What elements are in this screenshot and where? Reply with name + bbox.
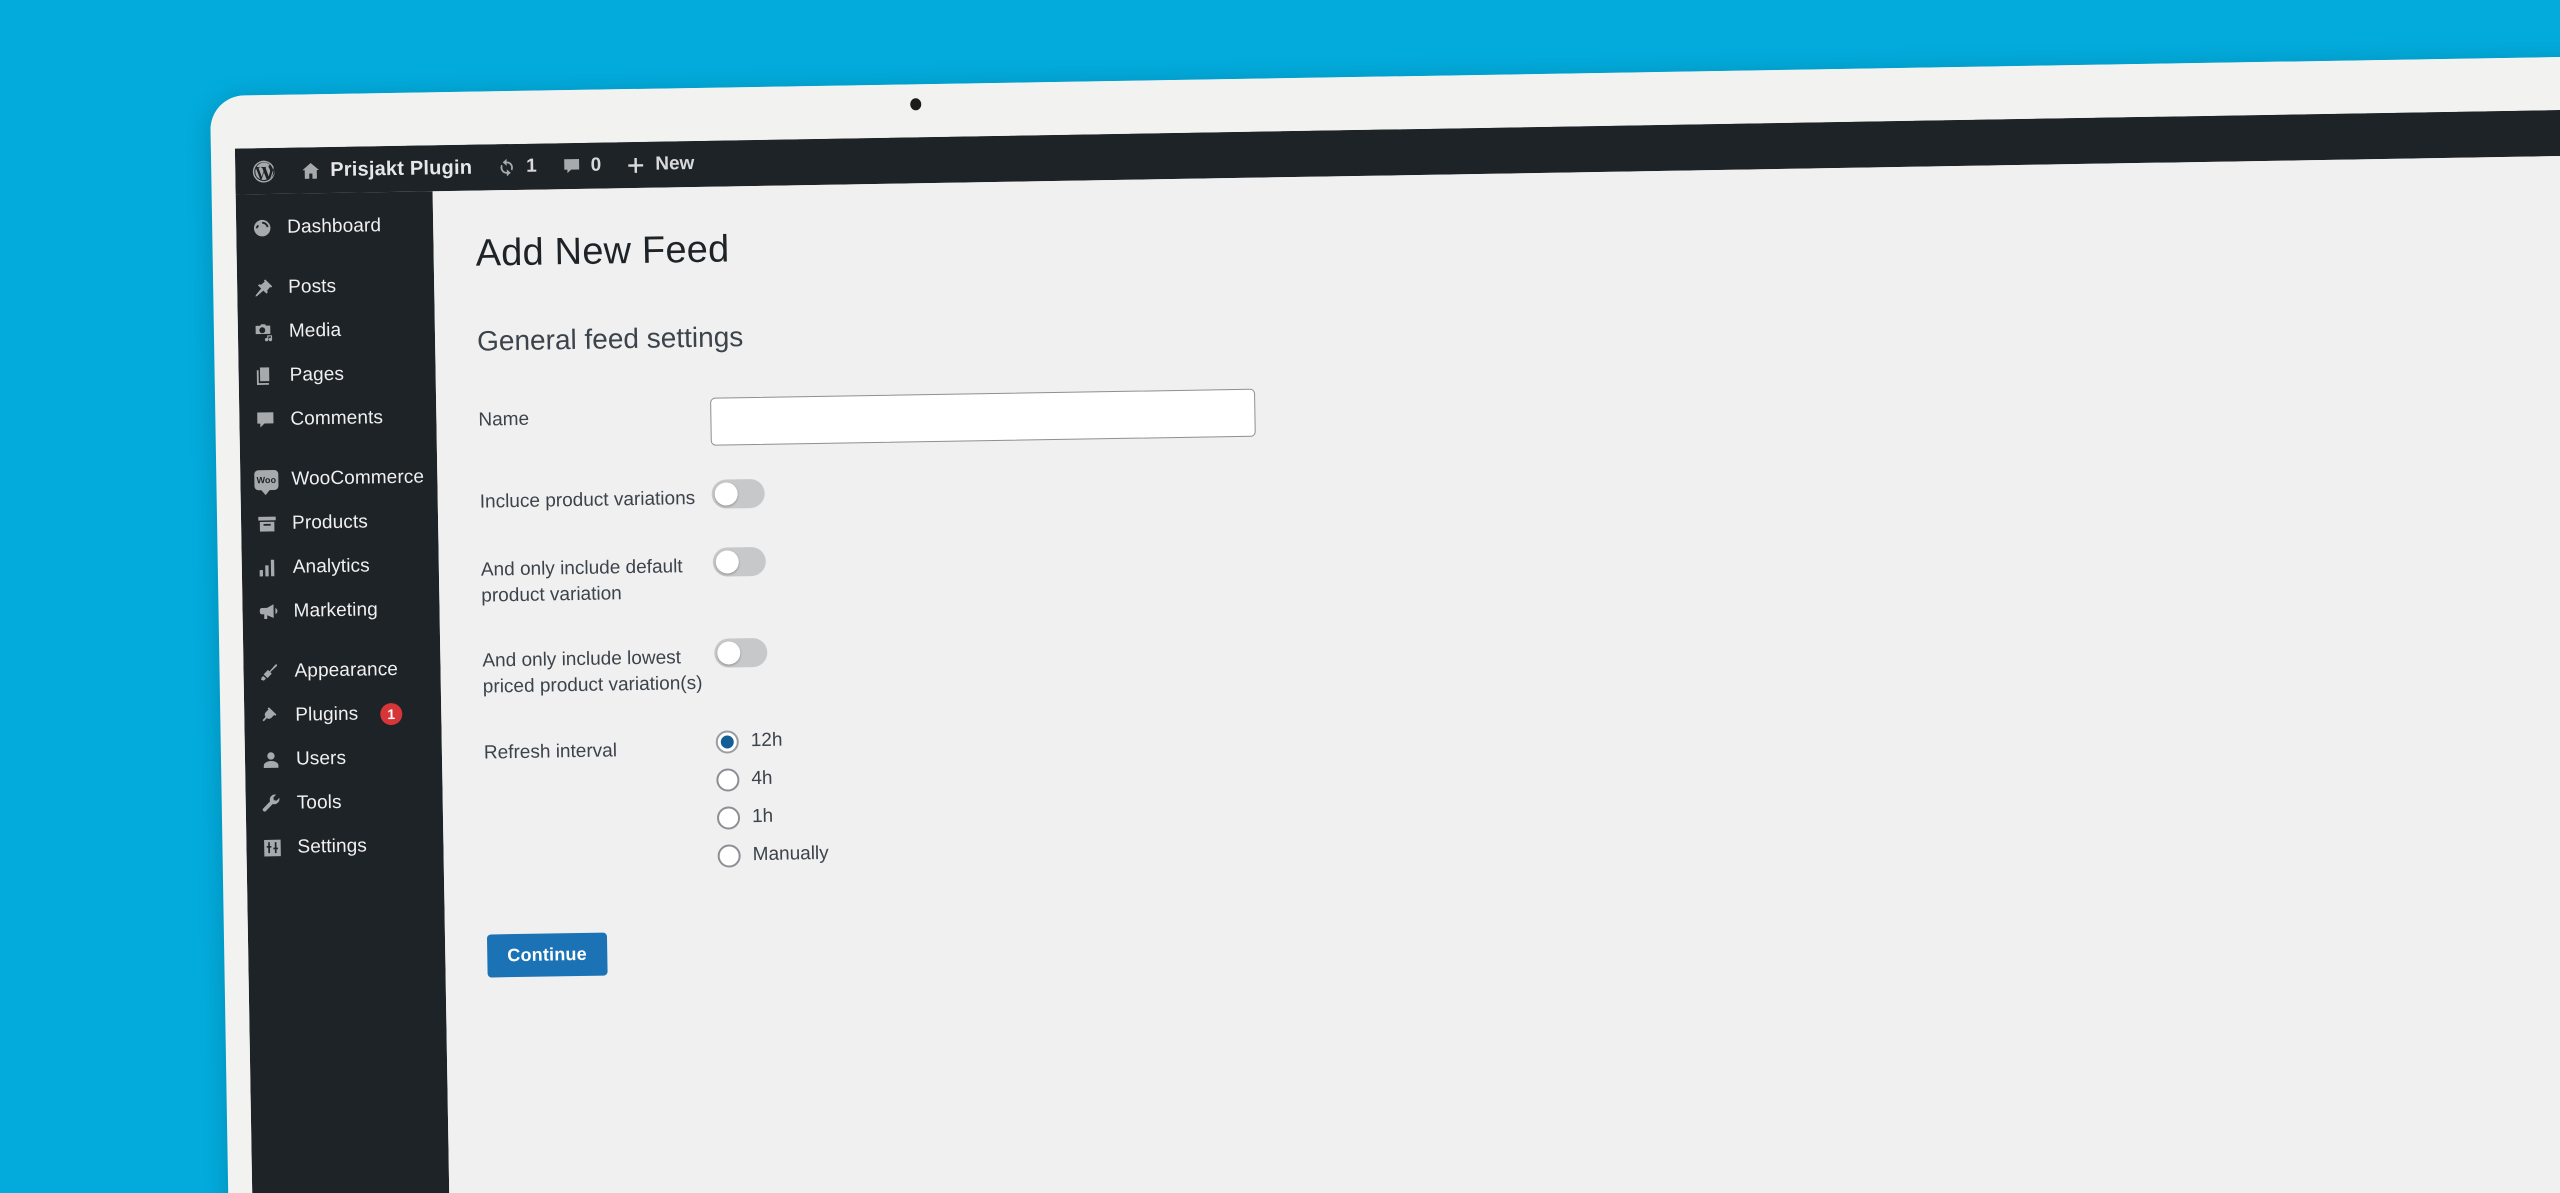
- field-row-default-variation: And only include default product variati…: [481, 516, 2560, 609]
- new-label: New: [655, 152, 695, 175]
- sidebar-item-tools[interactable]: Tools: [245, 779, 443, 826]
- field-row-name: Name: [478, 366, 2560, 449]
- sidebar-item-label: Plugins: [295, 703, 359, 726]
- radio-label-12h: 12h: [750, 729, 783, 752]
- sidebar-item-pages[interactable]: Pages: [238, 351, 436, 398]
- field-label-lowest-priced-variation: And only include lowest priced product v…: [482, 647, 703, 698]
- main-content-area: Add New Feed General feed settings Name …: [432, 155, 2560, 1193]
- home-icon: [300, 160, 321, 181]
- toggle-knob: [714, 482, 738, 506]
- sidebar-item-marketing[interactable]: Marketing: [242, 587, 440, 634]
- radio-input-1h[interactable]: [716, 805, 741, 830]
- media-camera-music-icon: [252, 320, 276, 344]
- toggle-include-product-variations[interactable]: [711, 478, 765, 509]
- sliders-icon: [260, 836, 284, 860]
- paint-brush-icon: [257, 660, 281, 684]
- sidebar-item-label: Products: [291, 511, 369, 534]
- sidebar-item-label: Appearance: [294, 658, 399, 682]
- sidebar-item-analytics[interactable]: Analytics: [241, 543, 439, 590]
- user-icon: [259, 748, 283, 772]
- sidebar-item-plugins[interactable]: Plugins 1: [244, 691, 442, 738]
- dashboard-gauge-icon: [250, 216, 274, 240]
- field-label-name: Name: [478, 408, 530, 431]
- pushpin-icon: [251, 276, 275, 300]
- sidebar-item-label: Comments: [290, 407, 384, 430]
- field-label-refresh-interval: Refresh interval: [483, 739, 618, 764]
- radio-label-1h: 1h: [751, 805, 774, 828]
- admin-bar-wordpress-logo[interactable]: [235, 148, 289, 195]
- radio-input-manually[interactable]: [717, 843, 741, 868]
- admin-bar-comments[interactable]: 0: [548, 142, 613, 189]
- sidebar-item-label: Tools: [296, 791, 342, 814]
- sidebar-item-media[interactable]: Media: [238, 307, 436, 354]
- sidebar-item-products[interactable]: Products: [241, 499, 439, 546]
- refresh-icon: [496, 156, 517, 177]
- admin-bar-site-name[interactable]: Prisjakt Plugin: [288, 144, 485, 193]
- sidebar-item-appearance[interactable]: Appearance: [243, 647, 441, 694]
- sidebar-item-label: Marketing: [293, 599, 379, 622]
- camera-dot-icon: [910, 98, 922, 111]
- comment-bubble-icon: [253, 408, 277, 432]
- sidebar-item-label: Pages: [289, 363, 345, 386]
- sidebar-item-comments[interactable]: Comments: [239, 395, 437, 442]
- field-control-name: [710, 366, 2560, 446]
- screenshot-scene: Prisjakt Plugin 1 0 New Dashboard Posts …: [0, 0, 2560, 1193]
- sidebar-item-label: Analytics: [292, 555, 370, 578]
- radio-label-4h: 4h: [751, 767, 773, 790]
- wordpress-logo-icon: [251, 158, 276, 183]
- comment-bubble-icon: [561, 155, 582, 176]
- updates-count: 1: [525, 155, 537, 177]
- sidebar-item-users[interactable]: Users: [245, 735, 443, 782]
- bar-chart-icon: [256, 556, 280, 580]
- sidebar-item-posts[interactable]: Posts: [237, 263, 435, 310]
- sidebar-item-label: Media: [288, 319, 342, 342]
- wrench-icon: [260, 792, 284, 816]
- toggle-only-default-variation[interactable]: [712, 546, 767, 577]
- megaphone-icon: [256, 600, 280, 624]
- sidebar-item-label: Users: [295, 747, 347, 770]
- page-title: Add New Feed: [475, 228, 730, 275]
- radio-input-12h[interactable]: [715, 729, 739, 754]
- laptop-frame: Prisjakt Plugin 1 0 New Dashboard Posts …: [210, 55, 2560, 1193]
- field-row-refresh-interval: Refresh interval 12h 4h 1h Manually: [484, 699, 2560, 886]
- site-name-label: Prisjakt Plugin: [330, 156, 473, 181]
- sidebar-item-label: WooCommerce: [291, 466, 425, 490]
- toggle-knob: [715, 550, 739, 574]
- sidebar-item-label: Dashboard: [287, 215, 382, 238]
- radio-label-manually: Manually: [752, 842, 829, 866]
- sidebar-item-label: Posts: [288, 275, 337, 298]
- radio-input-4h[interactable]: [716, 767, 740, 792]
- pages-stack-icon: [252, 364, 276, 388]
- field-control-default-variation: [712, 516, 2560, 582]
- toggle-knob: [717, 641, 741, 665]
- products-box-icon: [255, 512, 279, 536]
- field-label-include-variations: Incluce product variations: [479, 488, 696, 513]
- sidebar-item-woocommerce[interactable]: Woo WooCommerce: [240, 455, 438, 502]
- radio-group-refresh-interval: 12h 4h 1h Manually: [715, 699, 2560, 882]
- woocommerce-icon: Woo: [254, 468, 279, 492]
- admin-bar-updates[interactable]: 1: [484, 143, 549, 190]
- comments-count: 0: [590, 154, 602, 176]
- continue-button[interactable]: Continue: [486, 932, 608, 978]
- plug-icon: [258, 704, 282, 728]
- plugins-update-badge: 1: [380, 702, 403, 726]
- sidebar-item-label: Settings: [297, 835, 368, 858]
- field-control-include-variations: [711, 448, 2560, 514]
- sidebar-item-dashboard[interactable]: Dashboard: [236, 203, 434, 250]
- field-control-lowest-priced-variation: [714, 607, 2560, 673]
- name-input[interactable]: [710, 388, 1256, 446]
- admin-sidebar-menu: Dashboard Posts Media Pages Comments Woo…: [235, 191, 452, 1193]
- admin-bar-new[interactable]: New: [613, 141, 707, 189]
- toggle-only-lowest-priced-variation[interactable]: [714, 638, 768, 668]
- field-label-default-variation: And only include default product variati…: [480, 556, 683, 607]
- field-row-include-variations: Incluce product variations: [479, 448, 2560, 517]
- screen-viewport: Prisjakt Plugin 1 0 New Dashboard Posts …: [234, 109, 2560, 1193]
- section-title: General feed settings: [476, 321, 744, 357]
- field-row-lowest-priced-variation: And only include lowest priced product v…: [482, 607, 2560, 700]
- sidebar-item-settings[interactable]: Settings: [246, 823, 444, 870]
- plus-icon: [625, 154, 646, 175]
